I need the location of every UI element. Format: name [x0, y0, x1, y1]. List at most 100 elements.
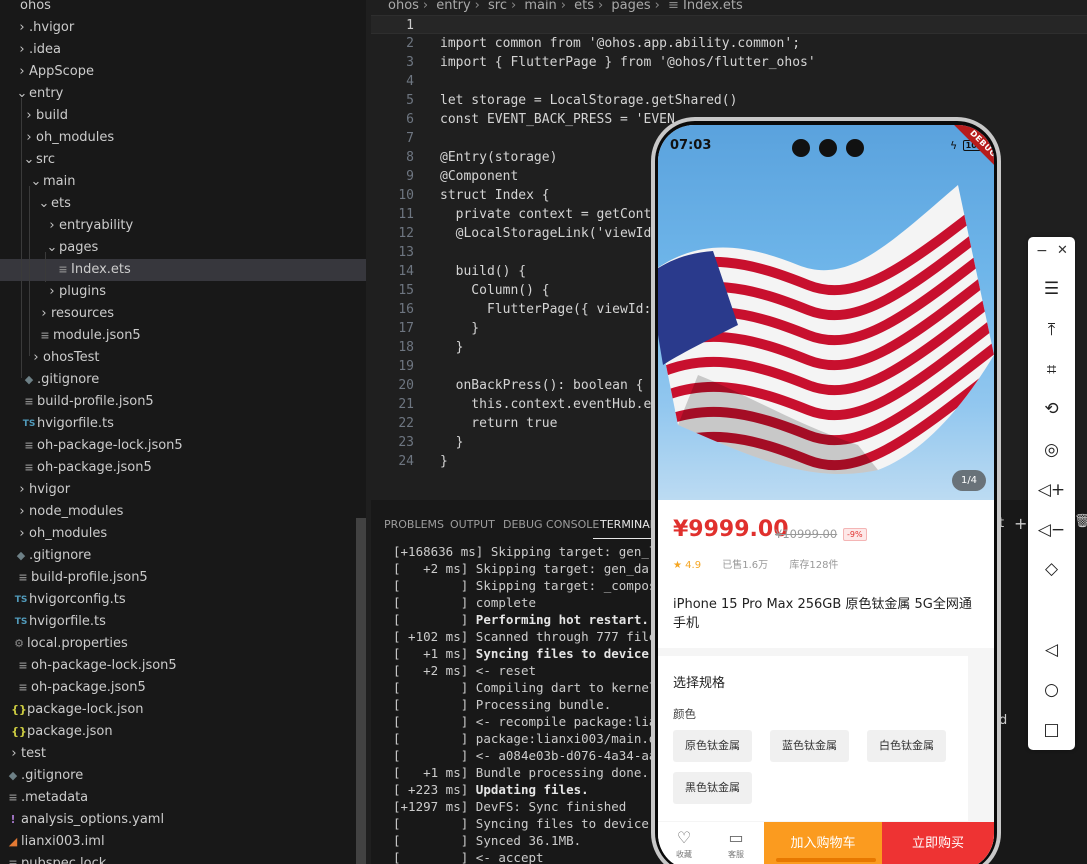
chevron-icon[interactable]: ›: [15, 17, 29, 39]
favorite-button[interactable]: ♡ 收藏: [658, 828, 710, 860]
color-option[interactable]: 原色钛金属: [673, 730, 752, 762]
breadcrumb-item[interactable]: entry: [436, 0, 470, 13]
chevron-icon[interactable]: ›: [22, 127, 36, 149]
chevron-icon[interactable]: ›: [7, 743, 21, 765]
explorer-item[interactable]: ≡ oh-package.json5: [0, 457, 366, 479]
chevron-icon[interactable]: ›: [15, 39, 29, 61]
code-line[interactable]: 3 import { FlutterPage } from '@ohos/flut…: [371, 53, 1087, 72]
chevron-icon[interactable]: ›: [29, 347, 43, 369]
explorer-item[interactable]: ⌄ src: [0, 149, 366, 171]
explorer-item[interactable]: TS hvigorconfig.ts: [0, 589, 366, 611]
back-icon[interactable]: ◁: [1028, 639, 1075, 661]
code-line[interactable]: 1: [371, 15, 1087, 34]
explorer-item[interactable]: › hvigor: [0, 479, 366, 501]
rotate-icon[interactable]: ⟲: [1028, 398, 1075, 420]
explorer-item[interactable]: › resources: [0, 303, 366, 325]
explorer-item[interactable]: ≡ build-profile.json5: [0, 567, 366, 589]
crop-icon[interactable]: ⌗: [1028, 359, 1075, 381]
explorer-item[interactable]: ≡ oh-package.json5: [0, 677, 366, 699]
product-image[interactable]: 07:03 ϟ 100 DEBUG 1/4: [658, 125, 994, 500]
breadcrumb-item[interactable]: ets: [574, 0, 594, 13]
explorer-item[interactable]: ! analysis_options.yaml: [0, 809, 366, 831]
explorer-item[interactable]: ◆ .gitignore: [0, 765, 366, 787]
explorer-item[interactable]: › .idea: [0, 39, 366, 61]
explorer-item[interactable]: ◢ lianxi003.iml: [0, 831, 366, 853]
explorer-item[interactable]: › build: [0, 105, 366, 127]
color-option[interactable]: 蓝色钛金属: [770, 730, 849, 762]
chevron-icon[interactable]: ›: [15, 501, 29, 523]
chevron-icon[interactable]: ›: [45, 215, 59, 237]
explorer-item[interactable]: › oh_modules: [0, 523, 366, 545]
explorer-item[interactable]: ≡ oh-package-lock.json5: [0, 435, 366, 457]
breadcrumb-file[interactable]: Index.ets: [683, 0, 743, 13]
chevron-icon[interactable]: ⌄: [15, 83, 29, 105]
explorer-item[interactable]: ≡ .metadata: [0, 787, 366, 809]
new-terminal-icon[interactable]: +: [1014, 514, 1027, 533]
menu-icon[interactable]: ☰: [1028, 278, 1075, 300]
explorer-item[interactable]: ⌄ entry: [0, 83, 366, 105]
code-line[interactable]: 4: [371, 72, 1087, 91]
explorer-item[interactable]: › .hvigor: [0, 17, 366, 39]
chevron-icon[interactable]: ⌄: [22, 149, 36, 171]
pin-top-icon[interactable]: ⤒: [1028, 319, 1075, 341]
code-line[interactable]: 2 import common from '@ohos.app.ability.c…: [371, 34, 1087, 53]
explorer-item[interactable]: ⌄ ets: [0, 193, 366, 215]
volume-down-icon[interactable]: ◁−: [1028, 519, 1075, 541]
explorer-item[interactable]: › ohosTest: [0, 347, 366, 369]
color-option[interactable]: 白色钛金属: [867, 730, 946, 762]
chevron-icon[interactable]: ›: [37, 303, 51, 325]
explorer-item[interactable]: ⌄ pages: [0, 237, 366, 259]
explorer-item[interactable]: {} package.json: [0, 721, 366, 743]
terminal-message: complete: [475, 595, 537, 610]
chevron-icon[interactable]: ›: [15, 61, 29, 83]
tab-debug-console[interactable]: DEBUG CONSOLE: [503, 518, 599, 531]
home-icon[interactable]: ○: [1028, 679, 1075, 701]
fold-icon[interactable]: ◇: [1028, 558, 1075, 580]
tab-terminal[interactable]: TERMINAL: [600, 518, 656, 531]
explorer-item[interactable]: ◆ .gitignore: [0, 369, 366, 391]
explorer-item[interactable]: › oh_modules: [0, 127, 366, 149]
chevron-icon[interactable]: ›: [45, 281, 59, 303]
color-option[interactable]: 黑色钛金属: [673, 772, 752, 804]
tab-output[interactable]: OUTPUT: [450, 518, 495, 531]
chevron-icon[interactable]: ›: [22, 105, 36, 127]
explorer-item[interactable]: ohos: [0, 0, 366, 17]
screenshot-icon[interactable]: ◎: [1028, 439, 1075, 461]
explorer-item[interactable]: ≡ oh-package-lock.json5: [0, 655, 366, 677]
breadcrumb-item[interactable]: pages: [611, 0, 650, 13]
overview-icon[interactable]: □: [1028, 719, 1075, 741]
explorer-item[interactable]: {} package-lock.json: [0, 699, 366, 721]
breadcrumb-item[interactable]: ohos: [388, 0, 419, 13]
explorer-item[interactable]: ≡ pubspec.lock: [0, 853, 366, 864]
explorer-item[interactable]: ≡ build-profile.json5: [0, 391, 366, 413]
chevron-icon[interactable]: ›: [15, 479, 29, 501]
close-icon[interactable]: ✕: [1057, 243, 1068, 258]
trash-icon[interactable]: 🗑: [1074, 514, 1087, 529]
explorer-item[interactable]: › plugins: [0, 281, 366, 303]
explorer-item[interactable]: › AppScope: [0, 61, 366, 83]
explorer-item[interactable]: ⚙ local.properties: [0, 633, 366, 655]
explorer-item[interactable]: ◆ .gitignore: [0, 545, 366, 567]
explorer-item[interactable]: ⌄ main: [0, 171, 366, 193]
tab-problems[interactable]: PROBLEMS: [384, 518, 444, 531]
breadcrumb-item[interactable]: main: [524, 0, 556, 13]
chevron-icon[interactable]: ⌄: [29, 171, 43, 193]
breadcrumb-item[interactable]: src: [488, 0, 507, 13]
explorer-item[interactable]: › entryability: [0, 215, 366, 237]
buy-now-button[interactable]: 立即购买: [882, 822, 994, 864]
code-line[interactable]: 5 let storage = LocalStorage.getShared(): [371, 91, 1087, 110]
explorer-item[interactable]: ≡ Index.ets: [0, 259, 366, 281]
explorer-item[interactable]: TS hvigorfile.ts: [0, 413, 366, 435]
chevron-icon[interactable]: ⌄: [45, 237, 59, 259]
chevron-icon[interactable]: ›: [15, 523, 29, 545]
explorer-item[interactable]: ≡ module.json5: [0, 325, 366, 347]
chevron-icon[interactable]: ⌄: [37, 193, 51, 215]
minimize-icon[interactable]: −: [1036, 243, 1048, 259]
explorer-item[interactable]: › test: [0, 743, 366, 765]
explorer-scrollbar[interactable]: [356, 518, 366, 864]
explorer-item[interactable]: › node_modules: [0, 501, 366, 523]
service-button[interactable]: ▭ 客服: [710, 828, 762, 860]
phone-screen[interactable]: 07:03 ϟ 100 DEBUG 1/4 ¥9999.00 ¥10999.00…: [658, 125, 994, 864]
explorer-item[interactable]: TS hvigorfile.ts: [0, 611, 366, 633]
volume-up-icon[interactable]: ◁+: [1028, 479, 1075, 501]
